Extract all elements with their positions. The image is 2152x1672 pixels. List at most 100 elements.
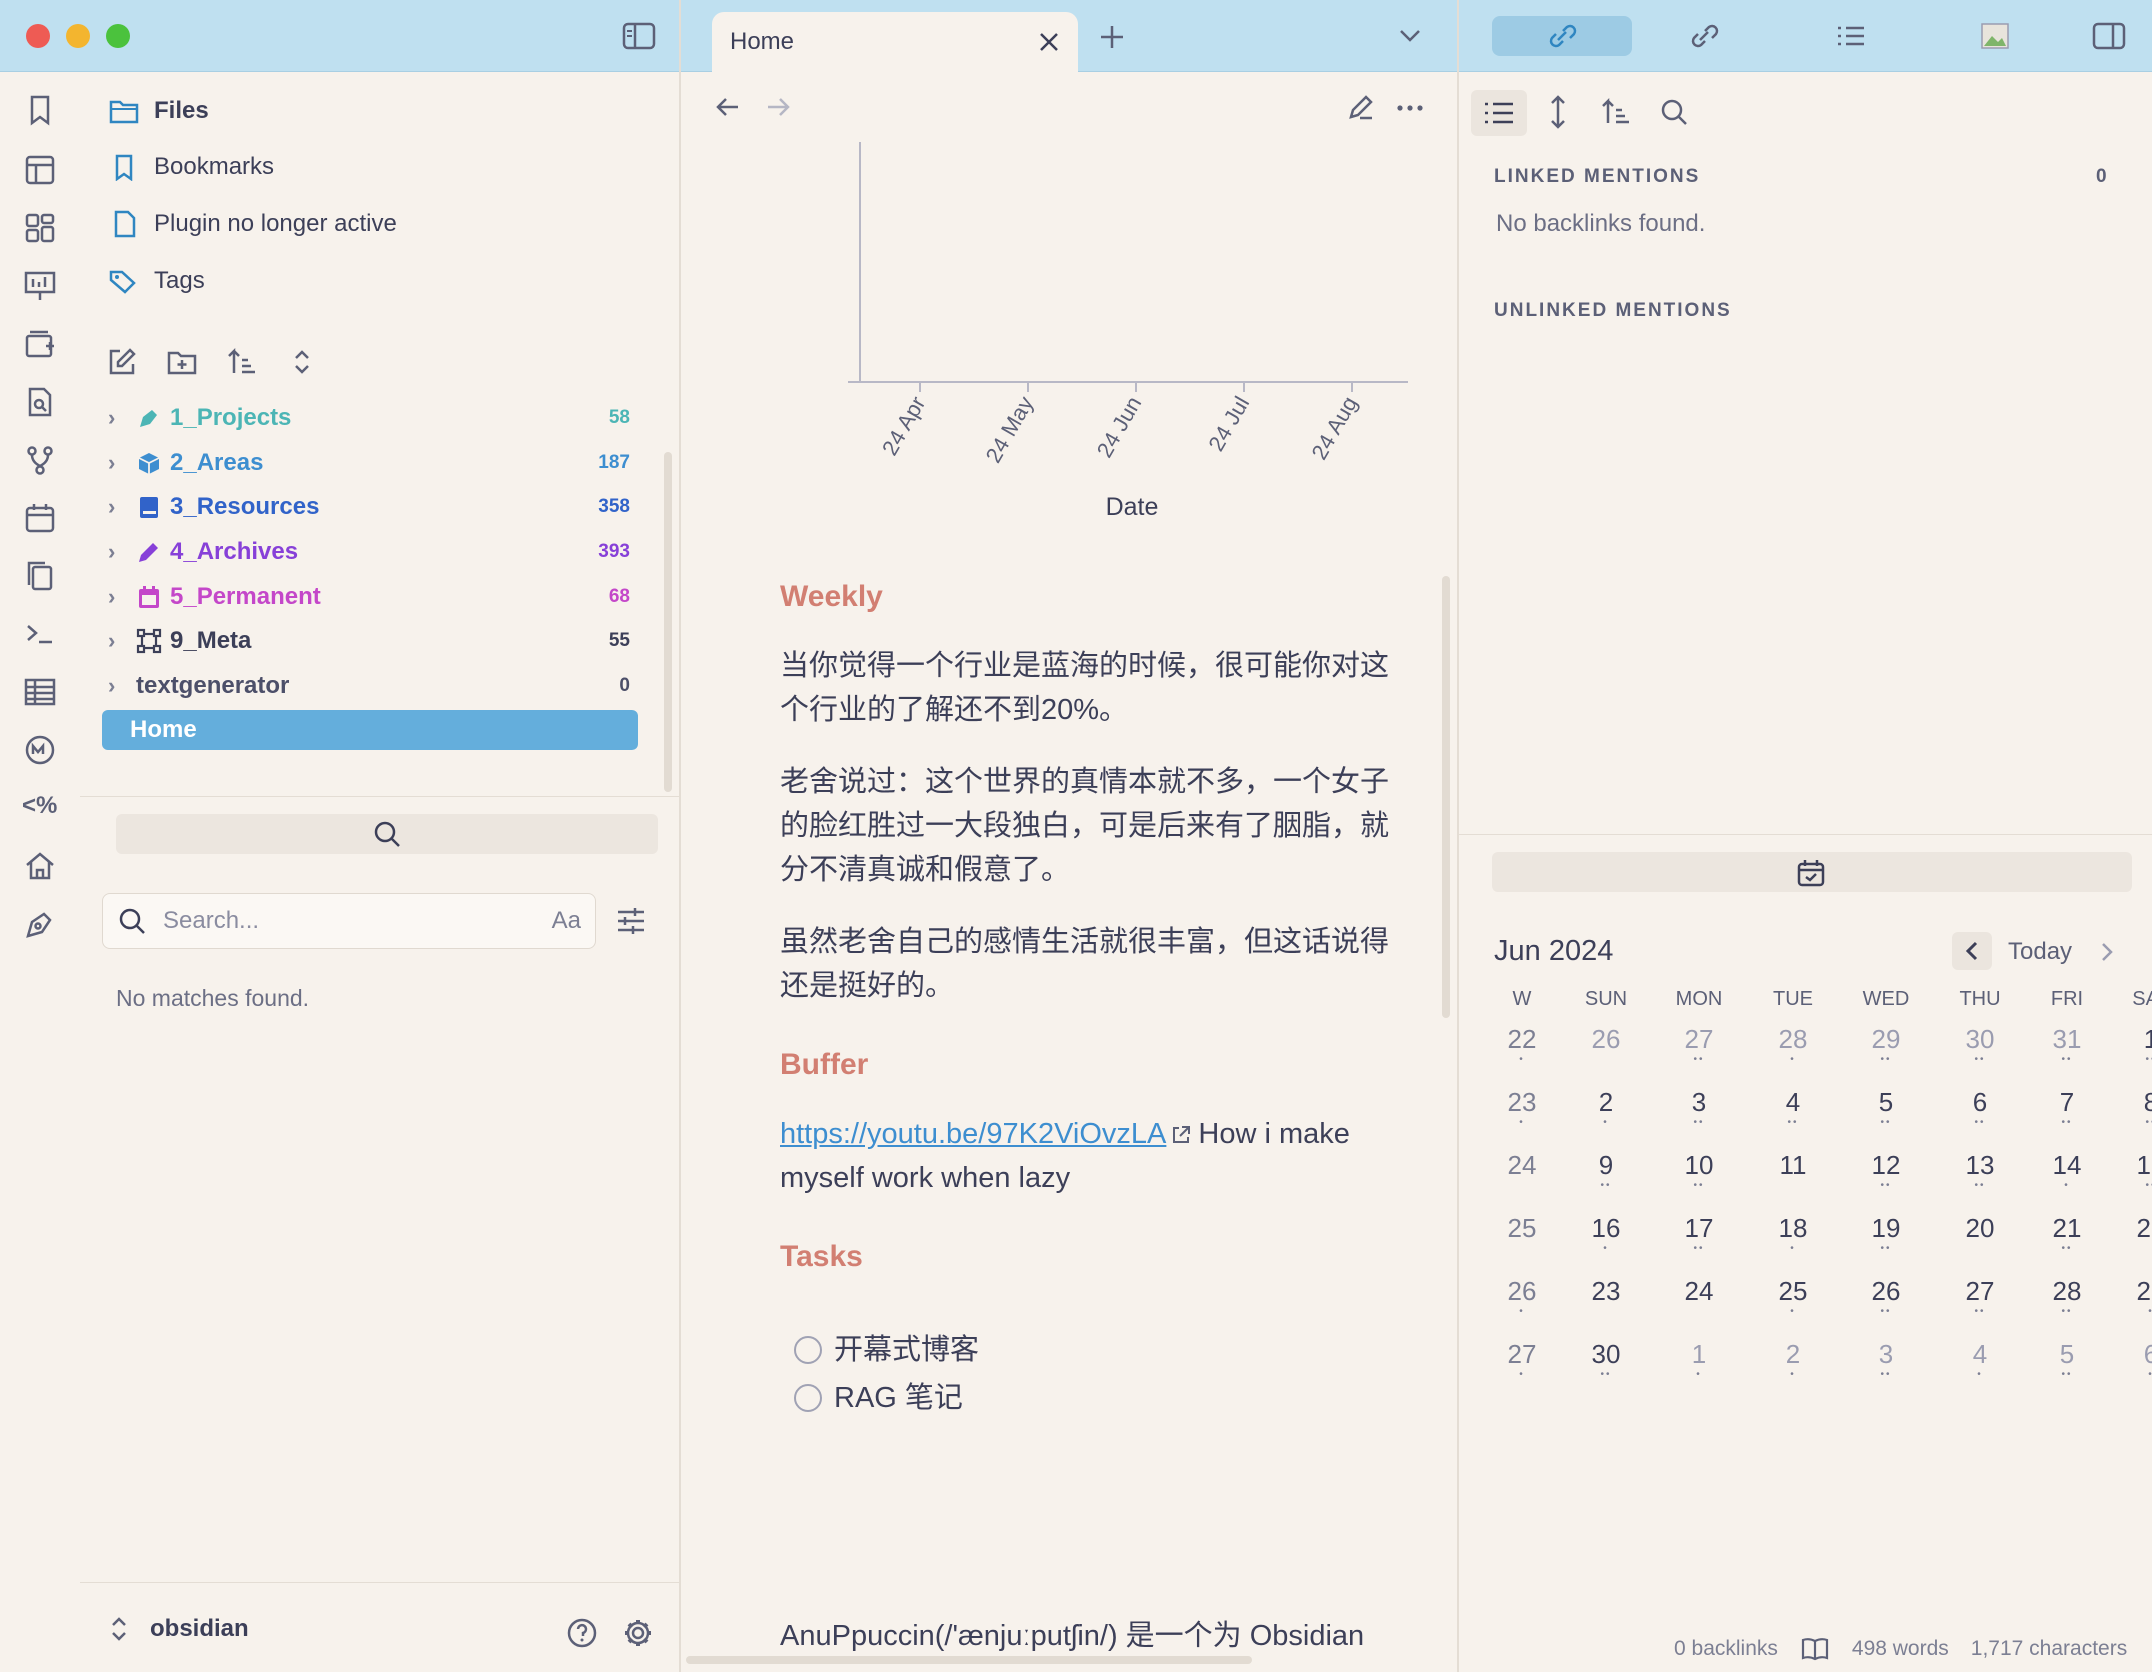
dashboard-icon[interactable] (22, 210, 58, 246)
calendar-day[interactable]: 1 • (1656, 1339, 1742, 1400)
new-folder-icon[interactable] (166, 346, 198, 378)
week-number[interactable]: 22 • (1488, 1024, 1556, 1085)
chevron-right-icon[interactable]: › (108, 628, 136, 654)
collapse-results-button[interactable] (1471, 90, 1527, 136)
chevron-right-icon[interactable]: › (108, 584, 136, 610)
calendar-day[interactable]: 14 • (2032, 1150, 2102, 1211)
tab-list-chevron-icon[interactable] (1398, 28, 1422, 44)
calendar-day[interactable]: 21 •• (2032, 1213, 2102, 1274)
calendar-day[interactable]: 7 •• (2032, 1087, 2102, 1148)
week-number[interactable]: 23 • (1488, 1087, 1556, 1148)
search-backlinks-icon[interactable] (1658, 96, 1690, 128)
file-search-icon[interactable] (22, 384, 58, 420)
sort-order-icon[interactable] (1600, 96, 1632, 128)
settings-gear-icon[interactable] (622, 1617, 654, 1649)
calendar-day[interactable]: 9 •• (1568, 1150, 1644, 1211)
more-options-icon[interactable] (1396, 104, 1424, 112)
calendar-day[interactable]: 19 •• (1844, 1213, 1928, 1274)
calendar-day[interactable]: 29• (2114, 1276, 2152, 1337)
calendar-day[interactable]: 6 •• (1940, 1087, 2020, 1148)
calendar-day[interactable]: 22 (2114, 1213, 2152, 1274)
folder-3-resources[interactable]: › 3_Resources 358 (108, 487, 638, 527)
nav-tags[interactable]: Tags (108, 261, 205, 301)
task-item[interactable]: 开幕式博客 (780, 1326, 1400, 1374)
folder-1-projects[interactable]: › 1_Projects 58 (108, 398, 638, 438)
folder-2-areas[interactable]: › 2_Areas 187 (108, 443, 638, 483)
calendar-day[interactable]: 2 • (1754, 1339, 1832, 1400)
image-icon[interactable] (1980, 22, 2010, 50)
forward-arrow-icon[interactable] (764, 94, 792, 120)
collapse-all-icon[interactable] (286, 346, 318, 378)
sidebar-scrollbar[interactable] (664, 452, 672, 792)
new-tab-icon[interactable] (1099, 24, 1125, 50)
calendar-day[interactable]: 31 •• (2032, 1024, 2102, 1085)
nav-bookmarks[interactable]: Bookmarks (108, 147, 274, 187)
calendar-day[interactable]: 11 (1754, 1150, 1832, 1211)
chevron-right-icon[interactable]: › (108, 405, 136, 431)
sort-icon[interactable] (226, 346, 258, 378)
task-checkbox[interactable] (794, 1384, 822, 1412)
minimize-window-button[interactable] (66, 24, 90, 48)
toggle-right-sidebar-icon[interactable] (2092, 22, 2126, 50)
calendar-day[interactable]: 17 •• (1656, 1213, 1742, 1274)
calendar-day[interactable]: 4 •• (1754, 1087, 1832, 1148)
chevron-right-icon[interactable]: › (108, 450, 136, 476)
outgoing-links-icon[interactable] (1690, 22, 1720, 50)
calendar-day[interactable]: 24 (1656, 1276, 1742, 1337)
reading-mode-icon[interactable] (1800, 1636, 1830, 1662)
calendar-day[interactable]: 23 (1568, 1276, 1644, 1337)
presentation-icon[interactable] (22, 268, 58, 304)
close-tab-icon[interactable] (1038, 31, 1060, 53)
calendar-day[interactable]: 28 •• (2032, 1276, 2102, 1337)
templater-icon[interactable]: <% (22, 792, 58, 828)
calendar-day[interactable]: 20 (1940, 1213, 2020, 1274)
search-settings-icon[interactable] (614, 904, 648, 938)
calendar-day[interactable]: 28 • (1754, 1024, 1832, 1085)
folder-9-meta[interactable]: › 9_Meta 55 (108, 621, 638, 661)
calendar-day[interactable]: 2 • (1568, 1087, 1644, 1148)
calendar-day[interactable]: 27 •• (1656, 1024, 1742, 1085)
week-number[interactable]: 26 • (1488, 1276, 1556, 1337)
tab-home[interactable]: Home (712, 12, 1078, 72)
calendar-day[interactable]: 26 (1568, 1024, 1644, 1085)
calendar-day[interactable]: 30 •• (1568, 1339, 1644, 1400)
linked-mentions-header[interactable]: LINKED MENTIONS (1494, 166, 1700, 188)
calendar-day[interactable]: 1•• (2114, 1024, 2152, 1085)
vault-switcher[interactable]: obsidian (108, 1615, 249, 1643)
match-case-toggle[interactable]: Aa (552, 907, 581, 935)
calendar-day[interactable]: 13 •• (1940, 1150, 2020, 1211)
nav-files[interactable]: Files (108, 91, 209, 131)
calendar-day[interactable]: 12 •• (1844, 1150, 1928, 1211)
expand-context-icon[interactable] (1546, 94, 1570, 130)
chevron-right-icon[interactable]: › (108, 673, 136, 699)
editor-horizontal-scrollbar[interactable] (686, 1656, 1252, 1664)
task-checkbox[interactable] (794, 1336, 822, 1364)
editor-vertical-scrollbar[interactable] (1442, 576, 1450, 1018)
unlinked-mentions-header[interactable]: UNLINKED MENTIONS (1494, 300, 1732, 322)
calendar-day[interactable]: 29 •• (1844, 1024, 1928, 1085)
week-number[interactable]: 27 • (1488, 1339, 1556, 1400)
terminal-icon[interactable] (22, 616, 58, 652)
add-card-icon[interactable] (22, 326, 58, 362)
calendar-day[interactable]: 5 •• (2032, 1339, 2102, 1400)
calendar-day[interactable]: 26 •• (1844, 1276, 1928, 1337)
search-input[interactable]: Search... Aa (102, 893, 596, 949)
backlinks-tab-button[interactable] (1492, 16, 1632, 56)
calendar-day[interactable]: 15•• (2114, 1150, 2152, 1211)
calendar-day[interactable]: 18 • (1754, 1213, 1832, 1274)
task-item[interactable]: RAG 笔记 (780, 1374, 1400, 1422)
new-note-icon[interactable] (106, 346, 138, 378)
today-button[interactable]: Today (2008, 938, 2072, 966)
outline-icon[interactable] (1836, 24, 1866, 48)
file-home-selected[interactable]: Home (102, 710, 638, 750)
folder-4-archives[interactable]: › 4_Archives 393 (108, 532, 638, 572)
backlinks-count[interactable]: 0 backlinks (1674, 1637, 1778, 1661)
calendar-day[interactable]: 4 • (1940, 1339, 2020, 1400)
chevron-right-icon[interactable]: › (108, 539, 136, 565)
metrics-icon[interactable] (22, 732, 58, 768)
calendar-day[interactable]: 5 •• (1844, 1087, 1928, 1148)
pen-tool-icon[interactable] (22, 906, 58, 942)
calendar-pane-header[interactable] (1492, 852, 2132, 892)
calendar-day[interactable]: 6• (2114, 1339, 2152, 1400)
toggle-left-sidebar-icon[interactable] (622, 22, 656, 50)
